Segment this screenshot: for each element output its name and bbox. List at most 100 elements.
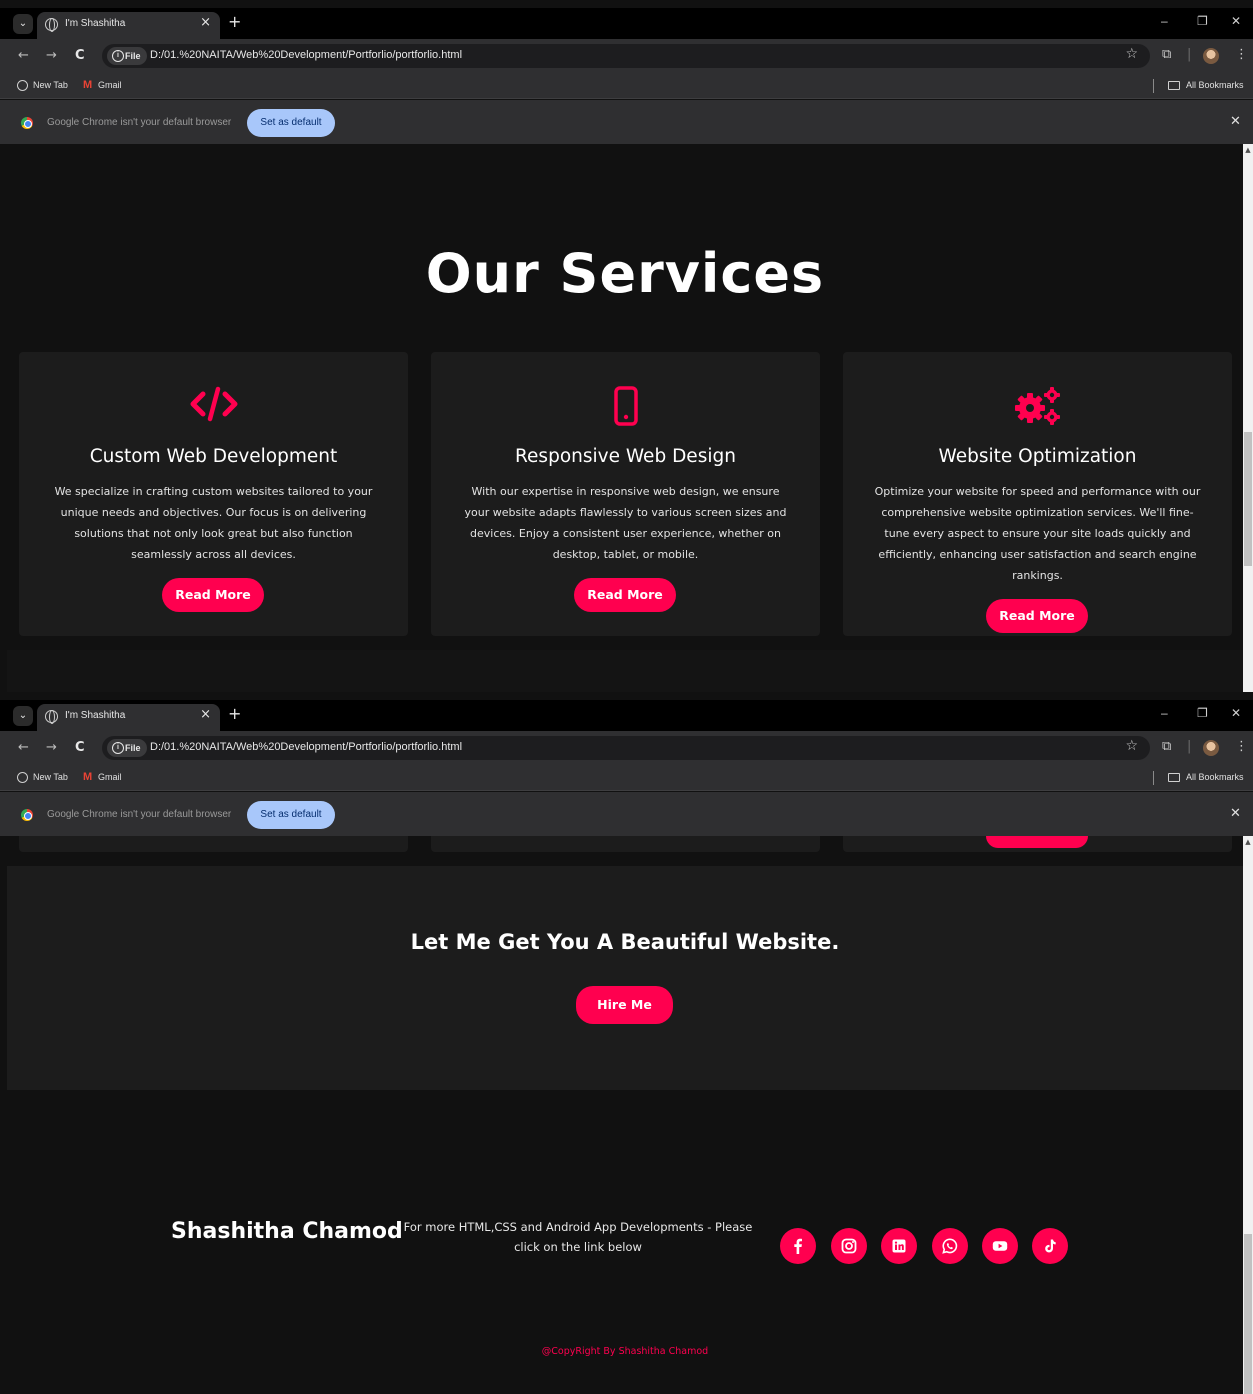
- extensions-icon[interactable]: ⧉: [1162, 47, 1171, 62]
- infobar-close-button[interactable]: ✕: [1230, 806, 1241, 821]
- globe-icon: [45, 18, 58, 32]
- whatsapp-icon[interactable]: [932, 1228, 968, 1264]
- tab-title: I'm Shashitha: [65, 710, 126, 721]
- scrollbar-thumb[interactable]: [1244, 1234, 1252, 1394]
- card-title: Custom Web Development: [89, 446, 338, 467]
- bookmark-star-icon[interactable]: ☆: [1125, 738, 1138, 754]
- new-tab-button[interactable]: +: [228, 704, 241, 723]
- services-title: Our Services: [425, 242, 825, 305]
- cta-section: Let Me Get You A Beautiful Website. Hire…: [7, 866, 1243, 1090]
- bookmarks-bar: New Tab M Gmail All Bookmarks: [0, 73, 1253, 99]
- default-browser-infobar: Google Chrome isn't your default browser…: [0, 792, 1253, 836]
- tab-search-button[interactable]: ⌄: [13, 706, 33, 726]
- address-bar[interactable]: File D:/01.%20NAITA/Web%20Development/Po…: [102, 44, 1150, 68]
- bookmark-star-icon[interactable]: ☆: [1125, 46, 1138, 62]
- page-viewport: Let Me Get You A Beautiful Website. Hire…: [7, 836, 1243, 1394]
- scroll-up-arrow[interactable]: ▲: [1243, 838, 1253, 846]
- forward-button[interactable]: →: [46, 48, 57, 63]
- page-viewport: Our Services Custom Web Development We s…: [7, 144, 1243, 692]
- infobar-close-button[interactable]: ✕: [1230, 114, 1241, 129]
- site-info-chip[interactable]: File: [107, 47, 147, 65]
- scrollbar-thumb[interactable]: [1244, 432, 1252, 566]
- gmail-icon: M: [83, 79, 93, 91]
- read-more-button[interactable]: Read More: [162, 578, 264, 612]
- section-divider: [7, 650, 1243, 692]
- bookmark-gmail[interactable]: Gmail: [98, 772, 122, 782]
- browser-tab[interactable]: I'm Shashitha ×: [37, 12, 220, 39]
- minimize-button[interactable]: –: [1161, 706, 1168, 720]
- browser-toolbar: ← → C File D:/01.%20NAITA/Web%20Developm…: [0, 731, 1253, 765]
- read-more-button[interactable]: Read More: [574, 578, 676, 612]
- restore-button[interactable]: ❐: [1197, 14, 1208, 28]
- chrome-logo-icon: [21, 809, 33, 821]
- set-as-default-button[interactable]: Set as default: [247, 109, 335, 137]
- default-browser-infobar: Google Chrome isn't your default browser…: [0, 100, 1253, 144]
- menu-icon[interactable]: ⋮: [1235, 739, 1248, 754]
- service-card-edge: [431, 836, 820, 852]
- linkedin-icon[interactable]: [881, 1228, 917, 1264]
- service-card-web-development: Custom Web Development We specialize in …: [19, 352, 408, 636]
- forward-button[interactable]: →: [46, 740, 57, 755]
- url-text[interactable]: D:/01.%20NAITA/Web%20Development/Portfor…: [150, 49, 462, 61]
- infobar-text: Google Chrome isn't your default browser: [47, 117, 232, 128]
- hire-me-button[interactable]: Hire Me: [576, 986, 673, 1024]
- card-text: We specialize in crafting custom website…: [54, 485, 373, 561]
- bookmarks-divider: [1153, 771, 1154, 785]
- browser-window-bottom: ⌄ I'm Shashitha × + – ❐ ✕ ← → C File D:/…: [0, 692, 1253, 1394]
- tab-close-button[interactable]: ×: [200, 707, 211, 722]
- card-title: Responsive Web Design: [515, 446, 736, 467]
- toolbar-divider: |: [1187, 47, 1192, 62]
- code-icon: [19, 386, 408, 426]
- all-bookmarks[interactable]: All Bookmarks: [1186, 80, 1244, 90]
- read-more-button-edge[interactable]: [986, 836, 1088, 848]
- read-more-button[interactable]: Read More: [986, 599, 1088, 633]
- card-text: With our expertise in responsive web des…: [464, 485, 787, 561]
- bookmarks-divider: [1153, 79, 1154, 93]
- minimize-button[interactable]: –: [1161, 14, 1168, 28]
- profile-avatar[interactable]: [1203, 48, 1219, 64]
- page-scrollbar[interactable]: ▲: [1243, 836, 1253, 1394]
- address-bar[interactable]: File D:/01.%20NAITA/Web%20Development/Po…: [102, 736, 1150, 760]
- toolbar-divider: |: [1187, 739, 1192, 754]
- folder-icon: [1168, 81, 1180, 90]
- new-tab-button[interactable]: +: [228, 12, 241, 31]
- card-text: Optimize your website for speed and perf…: [874, 485, 1201, 582]
- browser-window-top: ⌄ I'm Shashitha × + – ❐ ✕ ← → C File D:/…: [0, 0, 1253, 692]
- tab-close-button[interactable]: ×: [200, 15, 211, 30]
- service-card-edge: [19, 836, 408, 852]
- bookmark-new-tab[interactable]: New Tab: [33, 80, 68, 90]
- youtube-icon[interactable]: [982, 1228, 1018, 1264]
- scroll-up-arrow[interactable]: ▲: [1243, 146, 1253, 154]
- cta-title: Let Me Get You A Beautiful Website.: [410, 930, 840, 954]
- back-button[interactable]: ←: [18, 740, 29, 755]
- tab-strip: ⌄ I'm Shashitha × + – ❐ ✕: [0, 700, 1253, 731]
- site-info-chip[interactable]: File: [107, 739, 147, 757]
- facebook-icon[interactable]: [780, 1228, 816, 1264]
- back-button[interactable]: ←: [18, 48, 29, 63]
- url-text[interactable]: D:/01.%20NAITA/Web%20Development/Portfor…: [150, 741, 462, 753]
- window-close-button[interactable]: ✕: [1231, 14, 1241, 28]
- window-close-button[interactable]: ✕: [1231, 706, 1241, 720]
- globe-icon: [17, 772, 28, 783]
- folder-icon: [1168, 773, 1180, 782]
- instagram-icon[interactable]: [831, 1228, 867, 1264]
- all-bookmarks[interactable]: All Bookmarks: [1186, 772, 1244, 782]
- profile-avatar[interactable]: [1203, 740, 1219, 756]
- tab-search-button[interactable]: ⌄: [13, 14, 33, 34]
- restore-button[interactable]: ❐: [1197, 706, 1208, 720]
- bookmarks-bar: New Tab M Gmail All Bookmarks: [0, 765, 1253, 791]
- gmail-icon: M: [83, 771, 93, 783]
- tab-strip: ⌄ I'm Shashitha × + – ❐ ✕: [0, 8, 1253, 39]
- reload-button[interactable]: C: [75, 740, 85, 755]
- bookmark-gmail[interactable]: Gmail: [98, 80, 122, 90]
- chrome-logo-icon: [21, 117, 33, 129]
- globe-icon: [17, 80, 28, 91]
- bookmark-new-tab[interactable]: New Tab: [33, 772, 68, 782]
- set-as-default-button[interactable]: Set as default: [247, 801, 335, 829]
- tiktok-icon[interactable]: [1032, 1228, 1068, 1264]
- reload-button[interactable]: C: [75, 48, 85, 63]
- browser-tab[interactable]: I'm Shashitha ×: [37, 704, 220, 731]
- page-scrollbar[interactable]: ▲: [1243, 144, 1253, 692]
- menu-icon[interactable]: ⋮: [1235, 47, 1248, 62]
- extensions-icon[interactable]: ⧉: [1162, 739, 1171, 754]
